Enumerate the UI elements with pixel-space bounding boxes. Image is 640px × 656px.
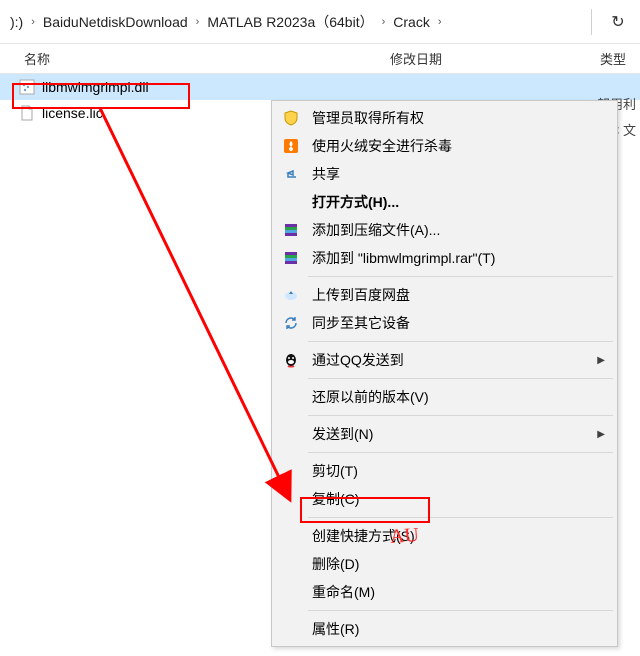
menu-send-to[interactable]: 发送到(N) ▶ bbox=[274, 420, 615, 448]
baidu-netdisk-icon bbox=[282, 286, 300, 304]
menu-create-shortcut[interactable]: 创建快捷方式(S) bbox=[274, 522, 615, 550]
chevron-right-icon[interactable]: › bbox=[436, 16, 444, 28]
menu-label: 发送到(N) bbox=[312, 424, 373, 444]
file-name: libmwlmgrimpl.dll bbox=[42, 79, 149, 95]
menu-share[interactable]: 共享 bbox=[274, 160, 615, 188]
menu-label: 删除(D) bbox=[312, 554, 359, 574]
menu-huorong-scan[interactable]: 使用火绒安全进行杀毒 bbox=[274, 132, 615, 160]
menu-label: 复制(C) bbox=[312, 489, 359, 509]
menu-label: 上传到百度网盘 bbox=[312, 285, 410, 305]
menu-separator bbox=[308, 341, 613, 342]
menu-delete[interactable]: 删除(D) bbox=[274, 550, 615, 578]
menu-copy[interactable]: 复制(C) bbox=[274, 485, 615, 513]
menu-label: 剪切(T) bbox=[312, 461, 358, 481]
rar-icon bbox=[282, 221, 300, 239]
file-name: license.lic bbox=[42, 105, 103, 121]
breadcrumb-seg-crack[interactable]: Crack bbox=[387, 10, 436, 34]
chevron-right-icon[interactable]: › bbox=[194, 16, 202, 28]
menu-properties[interactable]: 属性(R) bbox=[274, 615, 615, 643]
share-icon bbox=[282, 165, 300, 183]
menu-admin-own[interactable]: 管理员取得所有权 bbox=[274, 104, 615, 132]
breadcrumb-seg-matlab[interactable]: MATLAB R2023a（64bit） bbox=[201, 8, 379, 36]
menu-send-qq[interactable]: 通过QQ发送到 ▶ bbox=[274, 346, 615, 374]
menu-label: 属性(R) bbox=[312, 619, 359, 639]
menu-separator bbox=[308, 452, 613, 453]
menu-label: 使用火绒安全进行杀毒 bbox=[312, 136, 452, 156]
file-row[interactable]: libmwlmgrimpl.dll bbox=[0, 74, 640, 100]
menu-restore-version[interactable]: 还原以前的版本(V) bbox=[274, 383, 615, 411]
menu-add-archive[interactable]: 添加到压缩文件(A)... bbox=[274, 216, 615, 244]
menu-label: 管理员取得所有权 bbox=[312, 108, 424, 128]
chevron-right-icon[interactable]: › bbox=[380, 16, 388, 28]
rar-icon bbox=[282, 249, 300, 267]
column-headers: 名称 修改日期 类型 bbox=[0, 44, 640, 74]
menu-separator bbox=[308, 378, 613, 379]
column-header-date[interactable]: 修改日期 bbox=[390, 49, 600, 68]
context-menu: 管理员取得所有权 使用火绒安全进行杀毒 共享 打开方式(H)... 添加到压缩文… bbox=[271, 100, 618, 647]
menu-label: 还原以前的版本(V) bbox=[312, 387, 429, 407]
menu-label: 添加到压缩文件(A)... bbox=[312, 220, 440, 240]
menu-label: 通过QQ发送到 bbox=[312, 350, 404, 370]
dll-file-icon bbox=[18, 78, 36, 96]
refresh-button[interactable]: ↻ bbox=[600, 4, 636, 40]
toolbar: ):) › BaiduNetdiskDownload › MATLAB R202… bbox=[0, 0, 640, 44]
menu-label: 打开方式(H)... bbox=[312, 192, 399, 212]
menu-rename[interactable]: 重命名(M) bbox=[274, 578, 615, 606]
breadcrumb-seg-drive[interactable]: ):) bbox=[4, 10, 29, 34]
generic-file-icon bbox=[18, 104, 36, 122]
toolbar-divider bbox=[591, 9, 592, 35]
chevron-right-icon: ▶ bbox=[597, 429, 605, 440]
chevron-right-icon[interactable]: › bbox=[29, 16, 37, 28]
qq-icon bbox=[282, 351, 300, 369]
column-header-type[interactable]: 类型 bbox=[600, 49, 640, 68]
menu-upload-baidu[interactable]: 上传到百度网盘 bbox=[274, 281, 615, 309]
menu-separator bbox=[308, 276, 613, 277]
menu-sync-devices[interactable]: 同步至其它设备 bbox=[274, 309, 615, 337]
menu-separator bbox=[308, 415, 613, 416]
menu-label: 同步至其它设备 bbox=[312, 313, 410, 333]
breadcrumb: ):) › BaiduNetdiskDownload › MATLAB R202… bbox=[4, 0, 583, 43]
menu-separator bbox=[308, 610, 613, 611]
breadcrumb-seg-download[interactable]: BaiduNetdiskDownload bbox=[37, 10, 194, 34]
sync-icon bbox=[282, 314, 300, 332]
refresh-icon: ↻ bbox=[611, 12, 624, 32]
menu-label: 共享 bbox=[312, 164, 340, 184]
menu-add-rar[interactable]: 添加到 "libmwlmgrimpl.rar"(T) bbox=[274, 244, 615, 272]
menu-separator bbox=[308, 517, 613, 518]
column-header-name[interactable]: 名称 bbox=[0, 49, 390, 68]
chevron-right-icon: ▶ bbox=[597, 355, 605, 366]
huorong-icon bbox=[282, 137, 300, 155]
menu-label: 添加到 "libmwlmgrimpl.rar"(T) bbox=[312, 248, 495, 268]
shield-icon bbox=[282, 109, 300, 127]
menu-open-with[interactable]: 打开方式(H)... bbox=[274, 188, 615, 216]
menu-cut[interactable]: 剪切(T) bbox=[274, 457, 615, 485]
menu-label: 重命名(M) bbox=[312, 582, 375, 602]
menu-label: 创建快捷方式(S) bbox=[312, 526, 415, 546]
